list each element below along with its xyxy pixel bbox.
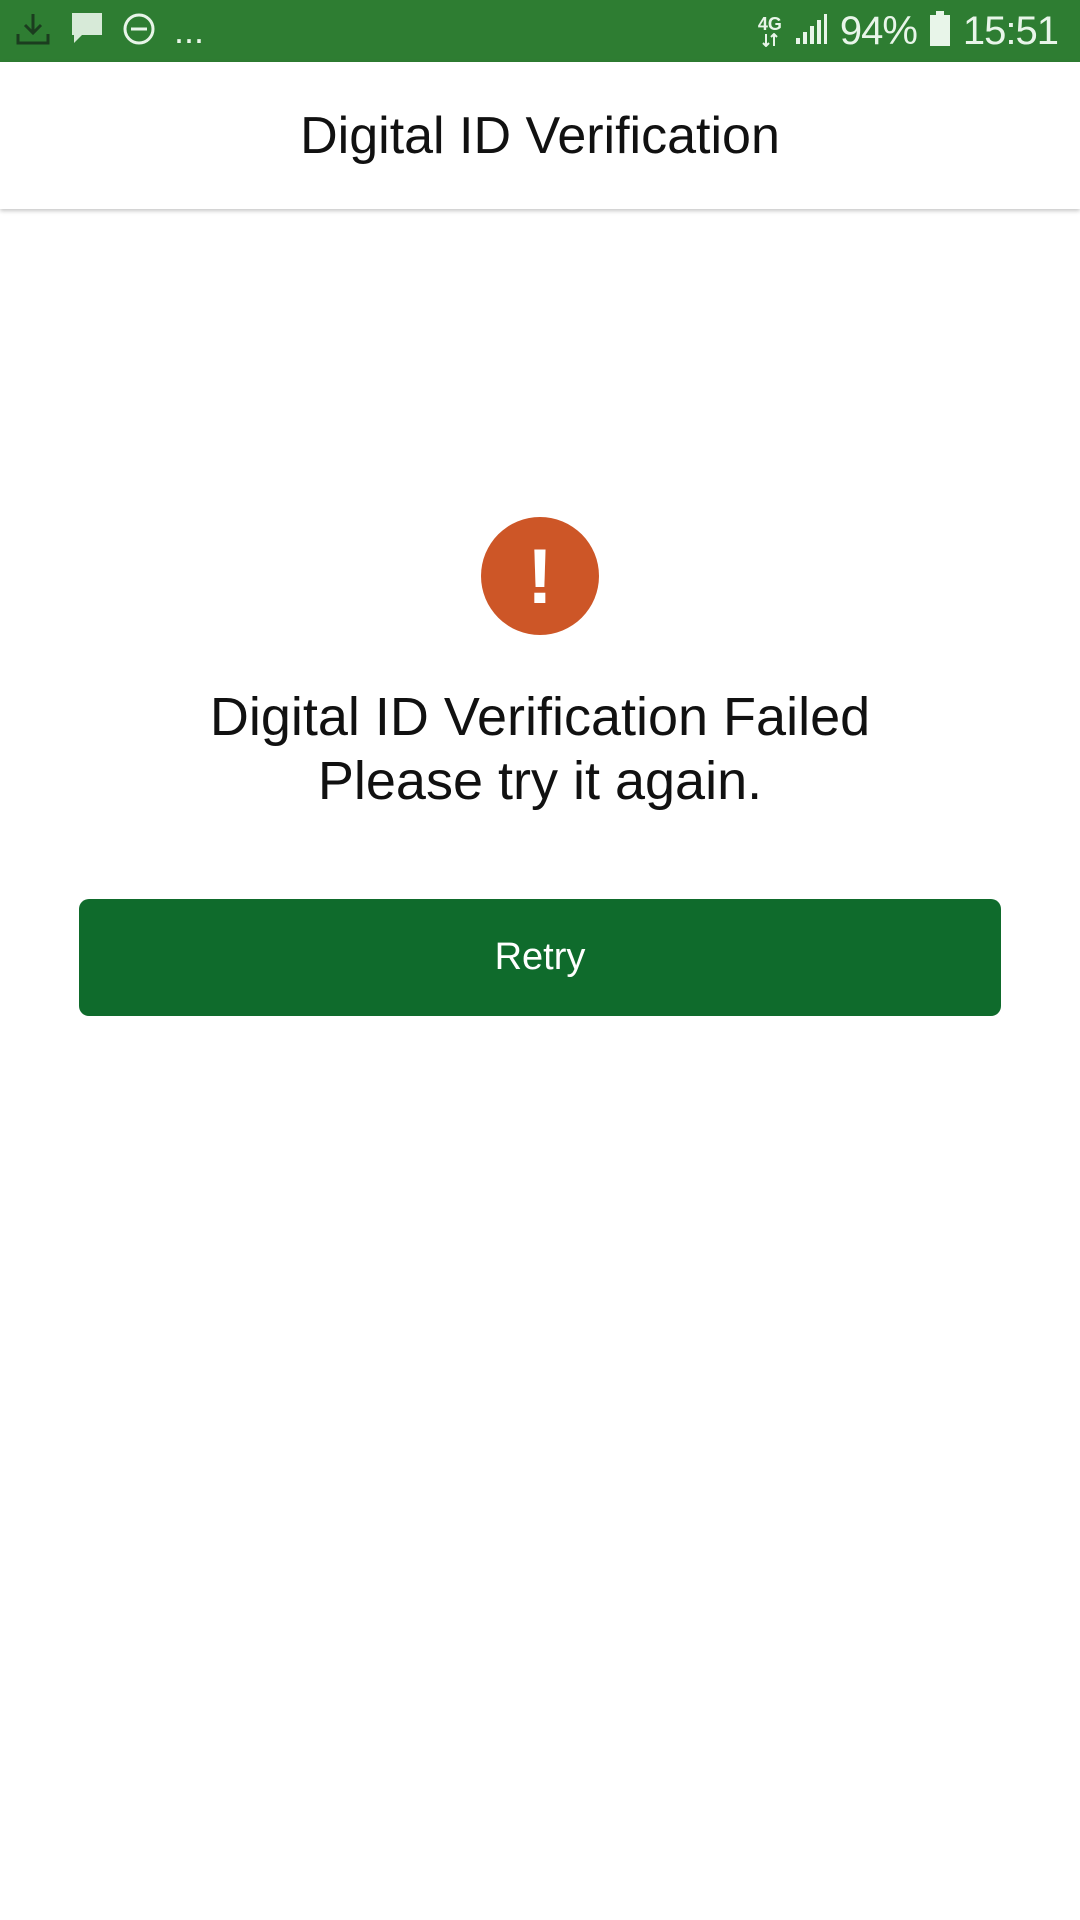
- signal-strength-icon: [794, 12, 828, 51]
- error-alert-icon: !: [481, 517, 599, 635]
- retry-button[interactable]: Retry: [79, 899, 1001, 1016]
- message-icon: [70, 11, 104, 52]
- app-bar: Digital ID Verification: [0, 62, 1080, 209]
- battery-icon: [929, 10, 951, 52]
- status-bar-left: ...: [14, 0, 204, 62]
- page-title: Digital ID Verification: [300, 106, 780, 165]
- status-bar: ... 4G 94% 15:51: [0, 0, 1080, 62]
- data-arrows-icon: [762, 33, 778, 47]
- clock: 15:51: [962, 9, 1059, 53]
- error-message-subtitle: Please try it again.: [317, 751, 763, 811]
- exclamation-glyph: !: [527, 532, 553, 620]
- do-not-disturb-icon: [122, 12, 156, 51]
- battery-percent: 94%: [839, 9, 918, 53]
- network-type-indicator: 4G: [758, 15, 782, 47]
- download-icon: [14, 10, 52, 53]
- error-message-title: Digital ID Verification Failed: [209, 687, 871, 747]
- more-notifications-indicator: ...: [174, 10, 205, 51]
- status-bar-right: 4G 94% 15:51: [758, 0, 1059, 62]
- network-type-label: 4G: [757, 14, 782, 34]
- error-message: Digital ID Verification Failed Please tr…: [0, 685, 1080, 813]
